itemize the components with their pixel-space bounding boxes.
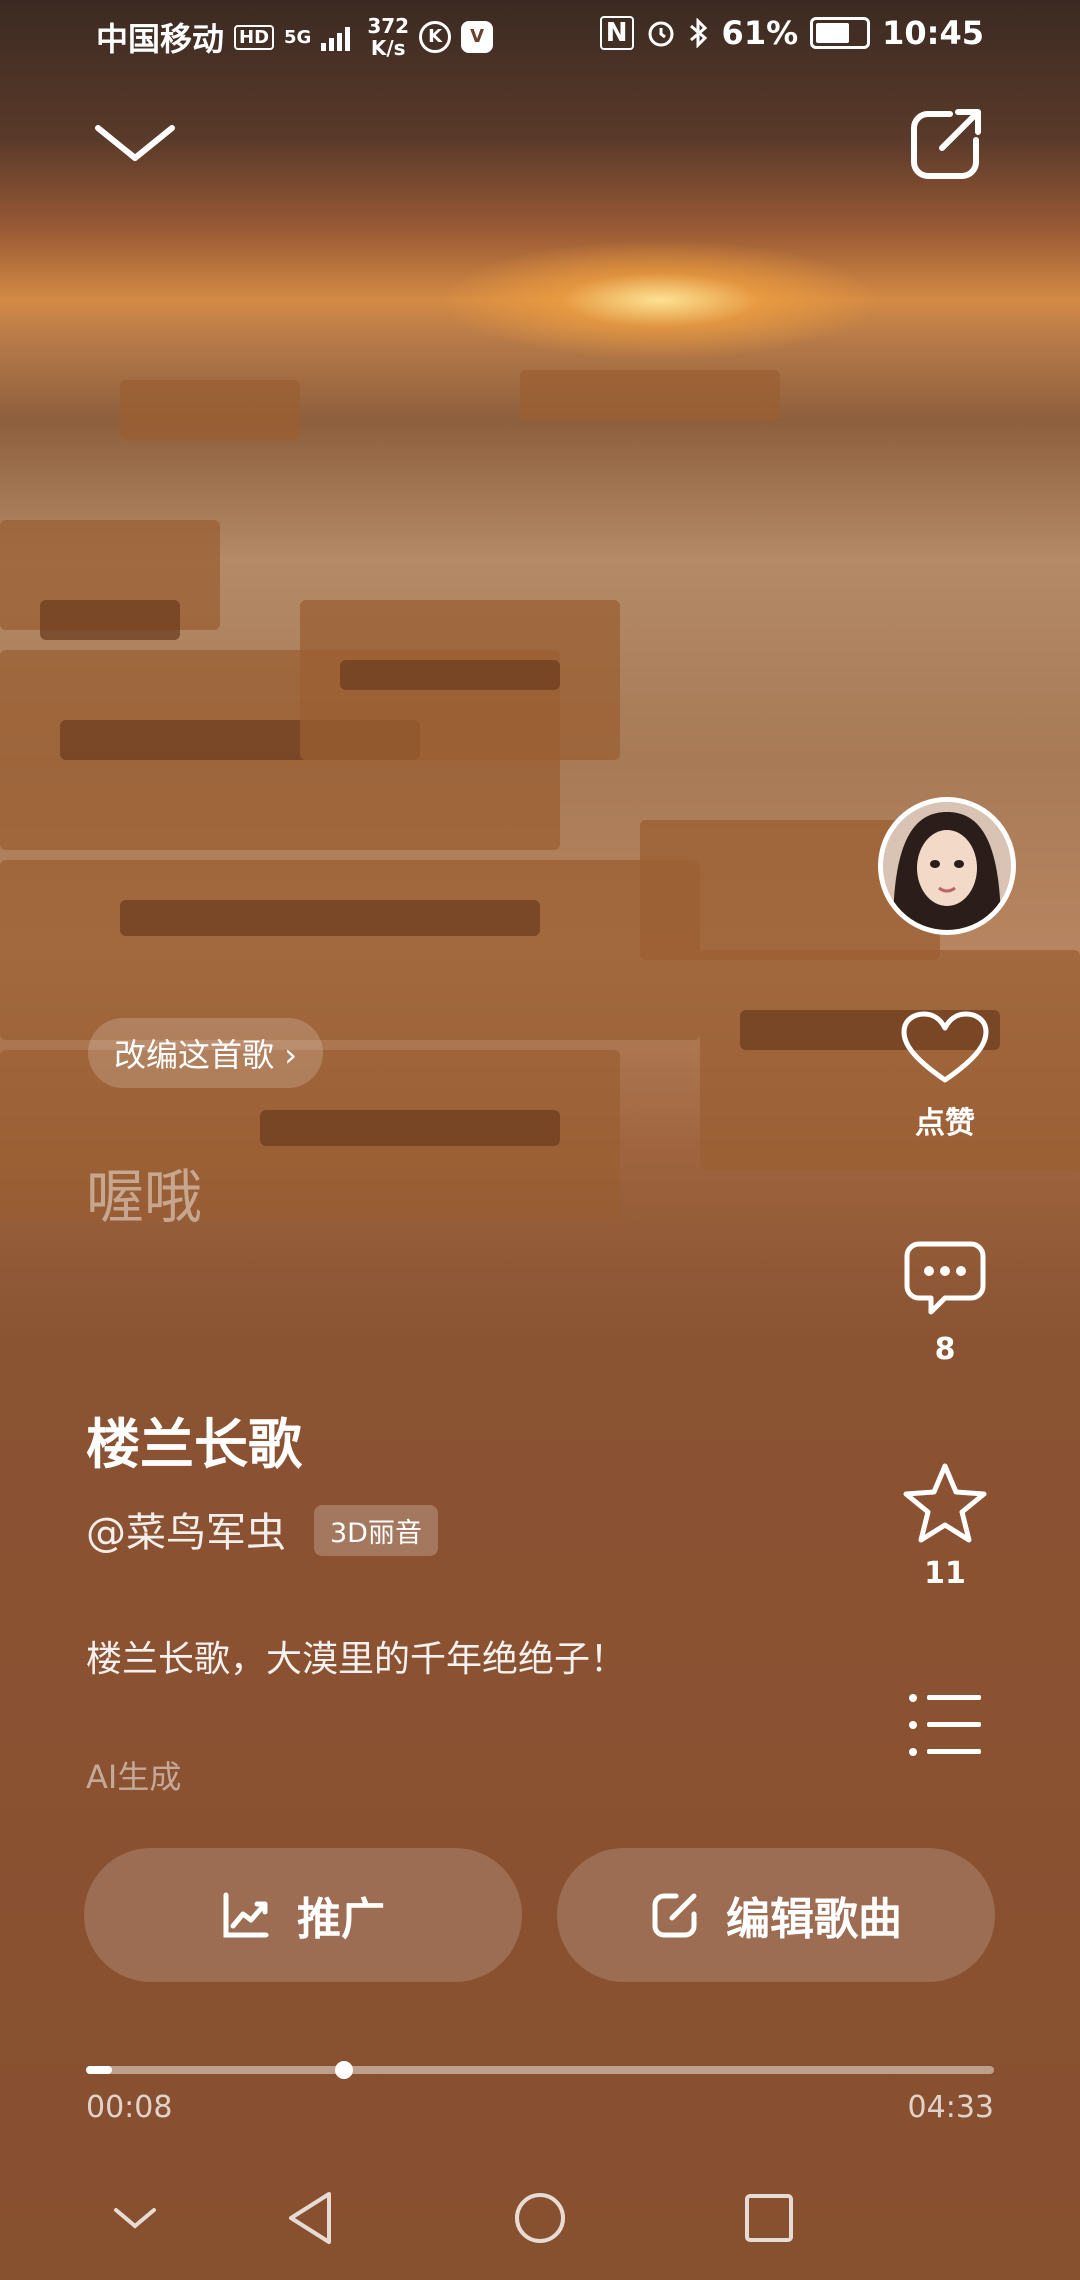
star-icon [903,1463,987,1543]
audio-tag-badge: 3D丽音 [314,1505,438,1556]
back-triangle-icon [289,2192,331,2244]
status-bar: 中国移动 HD 5G 372 K/s K V N 61% 10:45 [0,0,1080,72]
heart-icon [901,1011,989,1083]
v-app-icon: V [461,21,494,53]
author-avatar[interactable] [878,797,1016,935]
edit-song-button[interactable]: 编辑歌曲 [557,1848,995,1982]
author-name[interactable]: @菜鸟军虫 [86,1500,286,1558]
comment-icon [904,1241,986,1315]
chevron-down-icon [114,2208,156,2229]
promote-label: 推广 [297,1894,385,1945]
progress-bar[interactable] [86,2066,994,2074]
chevron-right-icon: › [284,1036,297,1074]
system-nav-bar [0,2190,1080,2270]
battery-percent: 61% [721,14,799,52]
clock: 10:45 [882,14,984,52]
alarm-icon [648,21,674,47]
nfc-icon: N [599,16,634,50]
promote-button[interactable]: 推广 [84,1848,522,1982]
comment-count: 8 [934,1332,956,1367]
adapt-song-chip[interactable]: 改编这首歌 › [88,1018,323,1088]
network-label: 5G [284,26,312,48]
comment-button[interactable]: 8 [890,1240,1000,1367]
avatar-image [883,802,1011,930]
back-button[interactable] [285,2190,335,2250]
ai-generated-label: AI生成 [86,1758,182,1796]
home-button[interactable] [512,2190,568,2250]
home-circle-icon [515,2193,565,2243]
total-time: 04:33 [907,2090,994,2125]
hide-nav-button[interactable] [110,2198,160,2242]
adapt-song-label: 改编这首歌 [114,1036,275,1074]
share-icon [911,109,981,179]
playlist-button[interactable] [890,1690,1000,1772]
chevron-down-icon [95,125,175,161]
collapse-button[interactable] [90,100,180,190]
favorite-button[interactable]: 11 [890,1462,1000,1591]
signal-icon [321,27,351,51]
hd-badge: HD [234,24,275,50]
edit-icon [652,1893,697,1938]
lyric-line: 喔哦 [86,1163,203,1231]
song-title: 楼兰长歌 [86,1413,302,1476]
edit-label: 编辑歌曲 [726,1894,902,1945]
bluetooth-icon [689,18,707,48]
favorite-count: 11 [924,1556,966,1591]
recents-square-icon [745,2194,793,2242]
progress-fill [86,2066,113,2074]
carrier-label: 中国移动 [96,20,225,58]
trend-chart-icon [223,1892,269,1938]
like-button[interactable]: 点赞 [890,1010,1000,1142]
net-speed: 372 K/s [367,14,410,60]
share-button[interactable] [900,100,990,190]
like-label: 点赞 [915,1106,975,1141]
list-icon [909,1694,981,1756]
battery-icon [810,17,871,49]
song-description: 楼兰长歌，大漠里的千年绝绝子！ [86,1639,627,1680]
k-app-icon: K [419,21,452,53]
recents-button[interactable] [743,2192,795,2248]
current-time: 00:08 [86,2090,173,2125]
progress-thumb[interactable] [335,2061,353,2079]
